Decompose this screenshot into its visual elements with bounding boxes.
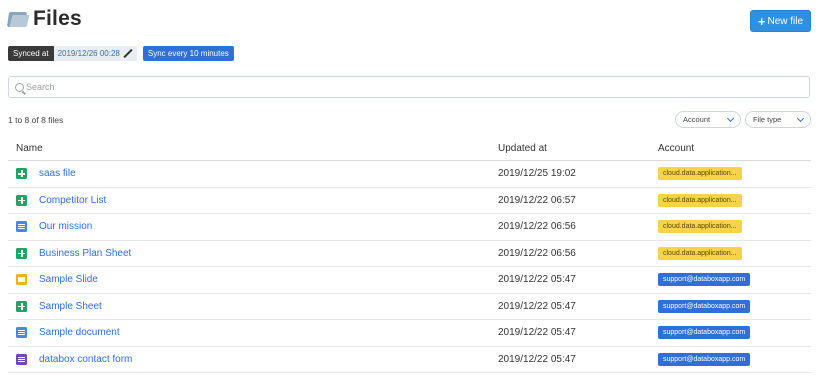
account-cell: support@databoxapp.com [658, 273, 811, 287]
sheet-file-icon [16, 168, 27, 180]
updated-at-cell: 2019/12/22 06:56 [498, 247, 576, 259]
account-badge: support@databoxapp.com [658, 273, 751, 287]
table-header: Name Updated at Account [8, 137, 811, 161]
table-row[interactable]: Sample document 2019/12/22 05:47 support@d… [8, 320, 811, 347]
file-name-link[interactable]: saas file [39, 168, 76, 179]
search-input[interactable] [26, 82, 786, 92]
table-row[interactable]: Sample Sheet 2019/12/22 05:47 support@data… [8, 294, 811, 320]
updated-at-cell: 2019/12/25 19:02 [498, 168, 576, 180]
sheet-file-icon [16, 300, 27, 312]
updated-at-cell: 2019/12/22 05:47 [498, 300, 576, 312]
synced-date-text: 2019/12/26 00:28 [57, 49, 120, 58]
file-name-cell: Competitor List [8, 194, 498, 206]
doc-file-icon [16, 221, 27, 233]
file-name-cell: Business Plan Sheet [8, 247, 498, 259]
account-cell: cloud.data.application... [658, 167, 811, 181]
chevron-down-icon [796, 114, 805, 123]
updated-at-cell: 2019/12/22 06:56 [498, 221, 576, 233]
file-count: 1 to 8 of 8 files [8, 115, 64, 125]
updated-at-cell: 2019/12/22 05:47 [498, 274, 576, 286]
new-file-label: New file [767, 15, 804, 27]
search-box[interactable] [8, 76, 810, 98]
table-body: saas file 2019/12/25 19:02 cloud.data.appl… [8, 161, 811, 373]
synced-date: 2019/12/26 00:28 [53, 46, 137, 61]
account-cell: support@databoxapp.com [658, 326, 811, 340]
filters: Account File type [675, 111, 811, 128]
table-row[interactable]: Our mission 2019/12/22 06:56 cloud.data.ap… [8, 214, 811, 241]
synced-label: Synced at [8, 46, 54, 61]
account-badge: cloud.data.application... [658, 246, 742, 260]
column-header-account[interactable]: Account [658, 143, 811, 154]
account-badge: cloud.data.application... [658, 167, 742, 181]
slide-file-icon [16, 274, 27, 286]
file-name-link[interactable]: Our mission [39, 221, 92, 232]
file-name-cell: Sample Sheet [8, 300, 498, 312]
updated-at-cell: 2019/12/22 05:47 [498, 353, 576, 365]
sheet-file-icon [16, 247, 27, 259]
account-badge: cloud.data.application... [658, 193, 742, 207]
file-name-cell: saas file [8, 168, 498, 180]
file-type-filter-label: File type [753, 115, 782, 124]
account-cell: support@databoxapp.com [658, 299, 811, 313]
file-name-cell: Our mission [8, 221, 498, 233]
file-name-link[interactable]: Sample Sheet [39, 301, 102, 312]
table-row[interactable]: databox contact form 2019/12/22 05:47 supp… [8, 347, 811, 373]
files-table: Name Updated at Account saas file 2019/12… [8, 137, 811, 373]
page-header: Files [6, 7, 82, 31]
updated-at-cell: 2019/12/22 06:57 [498, 194, 576, 206]
account-badge: cloud.data.application... [658, 220, 742, 234]
plus-icon: + [757, 13, 766, 29]
doc-file-icon [16, 327, 27, 339]
folder-icon [6, 10, 30, 28]
file-name-link[interactable]: Competitor List [39, 195, 106, 206]
new-file-button[interactable]: + New file [750, 10, 811, 32]
column-header-updated[interactable]: Updated at [498, 143, 658, 154]
account-badge: support@databoxapp.com [658, 299, 751, 313]
file-name-cell: Sample Slide [8, 274, 498, 286]
page-title: Files [33, 7, 82, 30]
table-row[interactable]: Sample Slide 2019/12/22 05:47 support@data… [8, 267, 811, 294]
file-name-link[interactable]: Sample document [39, 327, 120, 338]
account-cell: support@databoxapp.com [658, 352, 811, 366]
account-filter[interactable]: Account [675, 111, 741, 128]
updated-at-cell: 2019/12/22 05:47 [498, 327, 576, 339]
column-header-name[interactable]: Name [8, 143, 498, 154]
file-name-link[interactable]: Sample Slide [39, 274, 98, 285]
search-icon [15, 82, 24, 92]
file-type-filter[interactable]: File type [745, 111, 811, 128]
file-name-cell: databox contact form [8, 353, 498, 365]
file-name-cell: Sample document [8, 327, 498, 339]
pencil-icon[interactable] [124, 49, 133, 58]
chevron-down-icon [726, 114, 735, 123]
account-filter-label: Account [683, 115, 711, 124]
table-row[interactable]: Competitor List 2019/12/22 06:57 cloud.dat… [8, 188, 811, 214]
table-row[interactable]: Business Plan Sheet 2019/12/22 06:56 cloud… [8, 241, 811, 267]
file-name-link[interactable]: databox contact form [39, 354, 132, 365]
account-badge: support@databoxapp.com [658, 352, 751, 366]
file-name-link[interactable]: Business Plan Sheet [39, 248, 131, 259]
form-file-icon [16, 353, 27, 365]
sync-interval-button[interactable]: Sync every 10 minutes [142, 46, 234, 61]
sync-status: Synced at 2019/12/26 00:28 Sync every 10… [8, 46, 234, 61]
account-badge: support@databoxapp.com [658, 326, 751, 340]
table-row[interactable]: saas file 2019/12/25 19:02 cloud.data.appl… [8, 161, 811, 188]
account-cell: cloud.data.application... [658, 246, 811, 260]
sheet-file-icon [16, 194, 27, 206]
account-cell: cloud.data.application... [658, 193, 811, 207]
account-cell: cloud.data.application... [658, 220, 811, 234]
